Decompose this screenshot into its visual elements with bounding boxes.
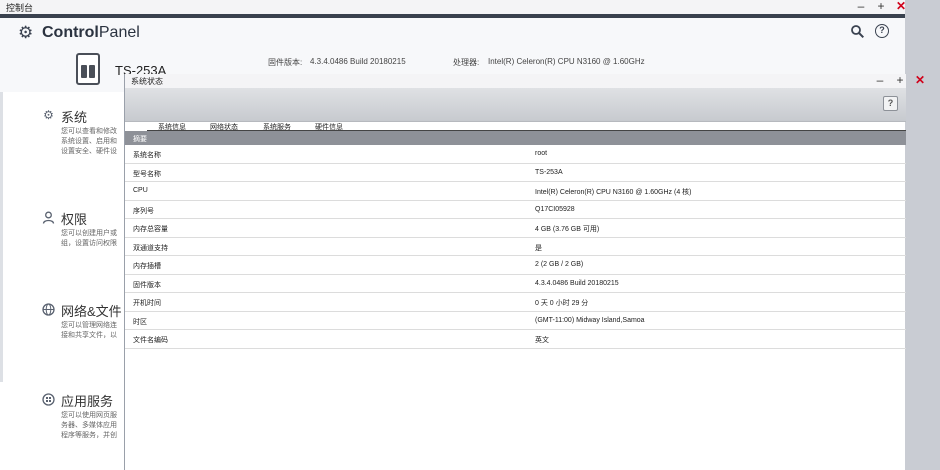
left-edge-bar — [0, 92, 3, 382]
user-icon — [42, 211, 55, 224]
cpu-label: 处理器: — [453, 58, 480, 67]
category-description: 您可以创建用户或组，设置访问权限和配额等。 — [61, 230, 117, 247]
maximize-button[interactable]: + — [876, 0, 886, 12]
app-title: ControlPanel — [42, 24, 140, 41]
row-key: 固件版本 — [133, 281, 161, 289]
row-key: 型号名称 — [133, 170, 161, 178]
gear-icon: ⚙ — [18, 23, 34, 42]
row-value: 英文 — [535, 337, 549, 344]
row-key: 开机时间 — [133, 300, 161, 307]
table-row: 双通道支持 是 — [125, 238, 906, 256]
row-value: 2 (2 GB / 2 GB) — [535, 261, 584, 268]
nas-device-icon — [76, 53, 100, 85]
summary-title: 摘要 — [133, 136, 147, 143]
row-key: 时区 — [133, 318, 147, 326]
window-title: 控制台 — [6, 3, 34, 13]
desktop-background — [905, 0, 940, 470]
control-panel-titlebar[interactable]: 控制台 – + ✕ — [0, 0, 906, 14]
search-icon[interactable] — [851, 25, 864, 38]
row-key: 系统名称 — [133, 152, 161, 159]
globe-icon — [42, 303, 55, 316]
minimize-button[interactable]: – — [856, 0, 866, 12]
row-key: 双通道支持 — [133, 244, 168, 252]
firmware-value: 4.3.4.0486 Build 20180215 — [310, 57, 406, 66]
help-button[interactable]: ? — [883, 96, 898, 111]
minimize-button[interactable]: – — [875, 74, 885, 86]
window-controls: – + ✕ — [856, 0, 906, 12]
table-row: 时区 (GMT-11:00) Midway Island,Samoa — [125, 312, 906, 330]
row-key: 内存总容量 — [133, 226, 168, 233]
category-description: 您可以查看和修改系统设置、启用和设置安全、硬件设置。 — [61, 128, 117, 155]
toolbar: ? — [125, 88, 906, 122]
category-description: 您可以管理网络连接和共享文件，以便在网络上访问。 — [61, 322, 117, 339]
maximize-button[interactable]: + — [895, 74, 905, 86]
row-key: CPU — [133, 187, 148, 194]
row-value: TS-253A — [535, 168, 563, 176]
row-value: 0 天 0 小时 29 分 — [535, 300, 589, 307]
row-value: 4.3.4.0486 Build 20180215 — [535, 279, 619, 287]
apps-icon — [42, 393, 55, 406]
table-row: 系统名称 root — [125, 145, 906, 164]
window-controls: – + ✕ — [875, 74, 925, 86]
system-status-window: 系统状态 – + ✕ ? 系统信息 网络状态 系统服务 硬件信息 摘要 系统名称… — [124, 74, 925, 470]
table-row: 型号名称 TS-253A — [125, 164, 906, 182]
table-row: 固件版本 4.3.4.0486 Build 20180215 — [125, 275, 906, 293]
window-title: 系统状态 — [131, 77, 163, 86]
category-title: 系统 — [61, 110, 88, 125]
system-status-titlebar[interactable]: 系统状态 – + ✕ — [125, 74, 925, 88]
category-title: 权限 — [61, 212, 88, 227]
summary-header: 摘要 — [125, 131, 906, 145]
help-icon[interactable]: ? — [875, 24, 889, 38]
table-row: CPU Intel(R) Celeron(R) CPU N3160 @ 1.60G… — [125, 182, 906, 201]
row-value: 是 — [535, 244, 542, 252]
row-key: 内存插槽 — [133, 263, 161, 270]
row-value: 4 GB (3.76 GB 可用) — [535, 226, 600, 233]
firmware-label: 固件版本: — [268, 58, 303, 67]
row-value: root — [535, 150, 548, 157]
table-row: 序列号 Q17CI05928 — [125, 201, 906, 219]
row-key: 文件名编码 — [133, 337, 168, 344]
category-title: 网络&文件 — [61, 304, 122, 319]
control-panel-header: ⚙ ControlPanel ? — [0, 18, 905, 48]
cpu-value: Intel(R) Celeron(R) CPU N3160 @ 1.60GHz — [488, 57, 645, 66]
category-description: 您可以使用网页服务器、多媒体应用程序等服务，并创建VPN连接。 — [61, 412, 117, 439]
close-button[interactable]: ✕ — [915, 74, 925, 86]
close-button[interactable]: ✕ — [896, 0, 906, 12]
row-key: 序列号 — [133, 207, 154, 215]
info-table: 系统名称 root 型号名称 TS-253A CPU Intel(R) Celeron… — [125, 145, 906, 349]
row-value: (GMT-11:00) Midway Island,Samoa — [535, 316, 645, 324]
row-value: Q17CI05928 — [535, 205, 575, 213]
table-row: 开机时间 0 天 0 小时 29 分 — [125, 293, 906, 312]
table-row: 内存总容量 4 GB (3.76 GB 可用) — [125, 219, 906, 238]
category-title: 应用服务 — [61, 394, 114, 409]
table-row: 内存插槽 2 (2 GB / 2 GB) — [125, 256, 906, 275]
table-row: 文件名编码 英文 — [125, 330, 906, 349]
gear-icon: ⚙ — [43, 108, 54, 122]
row-value: Intel(R) Celeron(R) CPU N3160 @ 1.60GHz … — [535, 189, 692, 196]
